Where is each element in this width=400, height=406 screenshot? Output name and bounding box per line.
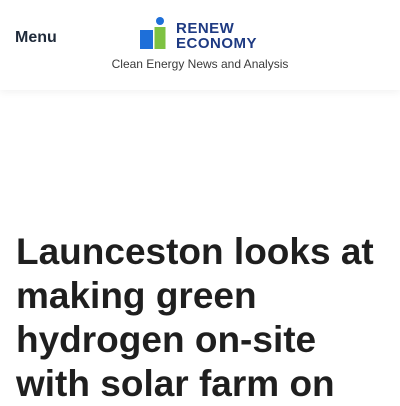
site-header: Menu RENEW ECONOMY Clean Energy News and… (0, 0, 400, 90)
logo-text-renew: RENEW (176, 20, 235, 37)
renew-economy-logo-icon (140, 17, 166, 49)
site-tagline: Clean Energy News and Analysis (111, 57, 289, 71)
site-logo[interactable]: RENEW ECONOMY (139, 16, 263, 52)
logo-text-economy: ECONOMY (176, 35, 258, 52)
menu-button[interactable]: Menu (15, 28, 57, 48)
ad-placeholder (0, 90, 400, 230)
article-title: Launceston looks at making green hydroge… (16, 231, 374, 404)
